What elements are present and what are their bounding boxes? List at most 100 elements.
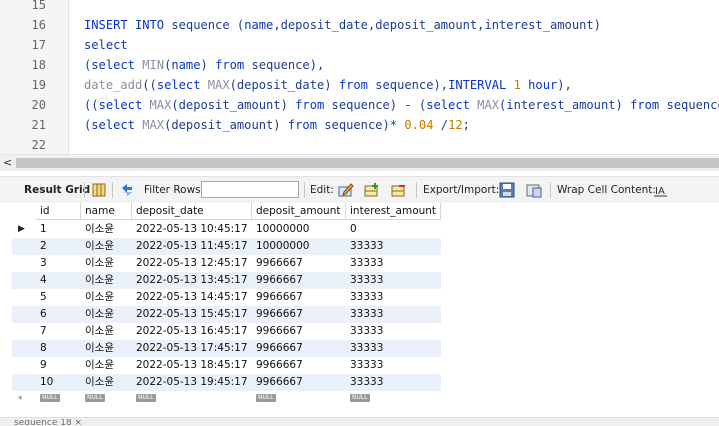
cell-deposit-amount[interactable]: 10000000 bbox=[252, 221, 346, 238]
cell-name[interactable]: 이소윤 bbox=[81, 255, 132, 272]
cell-deposit-date[interactable]: 2022-05-13 19:45:17 bbox=[132, 374, 252, 391]
cell-deposit-date[interactable]: 2022-05-13 13:45:17 bbox=[132, 272, 252, 289]
line-number: 15 bbox=[31, 0, 46, 12]
cell-deposit-amount[interactable]: 9966667 bbox=[252, 340, 346, 357]
cell-interest-amount[interactable]: 33333 bbox=[346, 357, 441, 374]
column-header-deposit-date[interactable]: deposit_date bbox=[132, 203, 252, 220]
column-header-id[interactable]: id bbox=[36, 203, 81, 220]
result-grid[interactable]: id name deposit_date deposit_amount interest… bbox=[0, 203, 719, 417]
cell-deposit-amount[interactable]: 9966667 bbox=[252, 289, 346, 306]
table-row[interactable]: 8 이소윤 2022-05-13 17:45:17 9966667 33333 bbox=[12, 340, 441, 357]
sql-editor[interactable]: 15 16 INSERT INTO sequence (name,deposit_d… bbox=[0, 0, 719, 154]
code-line[interactable]: 20 ((select MAX(deposit_amount) from sequ… bbox=[0, 95, 719, 115]
table-row[interactable]: 10 이소윤 2022-05-13 19:45:17 9966667 33333 bbox=[12, 374, 441, 391]
code-token: from bbox=[295, 98, 325, 112]
cell-name[interactable]: 이소윤 bbox=[81, 340, 132, 357]
cell-deposit-date[interactable]: 2022-05-13 12:45:17 bbox=[132, 255, 252, 272]
cell-name[interactable]: 이소윤 bbox=[81, 323, 132, 340]
cell-id[interactable]: 5 bbox=[36, 289, 81, 306]
insert-row-icon[interactable] bbox=[364, 182, 380, 198]
code-line[interactable]: 21 (select MAX(deposit_amount) from seque… bbox=[0, 115, 719, 135]
cell-name[interactable]: 이소윤 bbox=[81, 306, 132, 323]
grid-layout-icon[interactable] bbox=[91, 182, 107, 198]
code-text: date_add((select MAX(deposit_date) from … bbox=[84, 75, 572, 95]
cell-id[interactable]: 9 bbox=[36, 357, 81, 374]
scrollbar-thumb[interactable] bbox=[16, 158, 719, 168]
table-row[interactable]: 7 이소윤 2022-05-13 16:45:17 9966667 33333 bbox=[12, 323, 441, 340]
wrap-text-icon[interactable]: IA bbox=[653, 182, 669, 198]
cell-interest-amount[interactable]: 33333 bbox=[346, 289, 441, 306]
refresh-icon[interactable] bbox=[119, 182, 135, 198]
table-row[interactable]: 3 이소윤 2022-05-13 12:45:17 9966667 33333 bbox=[12, 255, 441, 272]
table-row[interactable]: 4 이소윤 2022-05-13 13:45:17 9966667 33333 bbox=[12, 272, 441, 289]
code-token: INSERT INTO bbox=[84, 18, 165, 32]
cell-id[interactable]: 4 bbox=[36, 272, 81, 289]
scroll-left-arrow-icon[interactable]: < bbox=[3, 155, 12, 171]
column-header-deposit-amount[interactable]: deposit_amount bbox=[252, 203, 346, 220]
column-header-name[interactable]: name bbox=[81, 203, 132, 220]
code-token: (deposit_date) bbox=[229, 78, 339, 92]
code-line[interactable]: 22 bbox=[0, 135, 719, 154]
cell-id[interactable]: 2 bbox=[36, 238, 81, 255]
cell-deposit-date[interactable]: 2022-05-13 10:45:17 bbox=[132, 221, 252, 238]
table-row[interactable]: 9 이소윤 2022-05-13 18:45:17 9966667 33333 bbox=[12, 357, 441, 374]
cell-interest-amount[interactable]: 33333 bbox=[346, 238, 441, 255]
table-row[interactable]: 5 이소윤 2022-05-13 14:45:17 9966667 33333 bbox=[12, 289, 441, 306]
cell-deposit-date[interactable]: 2022-05-13 15:45:17 bbox=[132, 306, 252, 323]
code-token: (deposit_amount) bbox=[164, 118, 288, 132]
cell-name[interactable]: 이소윤 bbox=[81, 374, 132, 391]
import-icon[interactable] bbox=[526, 182, 542, 198]
cell-name[interactable]: 이소윤 bbox=[81, 289, 132, 306]
edit-row-icon[interactable] bbox=[338, 182, 354, 198]
cell-deposit-amount[interactable]: 9966667 bbox=[252, 306, 346, 323]
cell-deposit-amount[interactable]: 9966667 bbox=[252, 374, 346, 391]
cell-deposit-date[interactable]: 2022-05-13 11:45:17 bbox=[132, 238, 252, 255]
null-badge: NULL bbox=[136, 394, 156, 402]
table-row[interactable]: 6 이소윤 2022-05-13 15:45:17 9966667 33333 bbox=[12, 306, 441, 323]
cell-deposit-amount[interactable]: 10000000 bbox=[252, 238, 346, 255]
code-token: select bbox=[426, 98, 470, 112]
cell-id[interactable]: 10 bbox=[36, 374, 81, 391]
cell-deposit-date[interactable]: 2022-05-13 14:45:17 bbox=[132, 289, 252, 306]
editor-horizontal-scrollbar[interactable]: < bbox=[0, 154, 719, 171]
cell-id[interactable]: 8 bbox=[36, 340, 81, 357]
cell-deposit-amount[interactable]: 9966667 bbox=[252, 357, 346, 374]
cell-name[interactable]: 이소윤 bbox=[81, 357, 132, 374]
delete-row-icon[interactable] bbox=[391, 182, 407, 198]
cell-name[interactable]: 이소윤 bbox=[81, 221, 132, 238]
cell-interest-amount[interactable]: 33333 bbox=[346, 340, 441, 357]
cell-name[interactable]: 이소윤 bbox=[81, 272, 132, 289]
cell-interest-amount[interactable]: 33333 bbox=[346, 323, 441, 340]
code-token: sequence), bbox=[244, 58, 325, 72]
table-row[interactable]: 1 이소윤 2022-05-13 10:45:17 10000000 0 bbox=[12, 221, 441, 238]
cell-interest-amount[interactable]: 33333 bbox=[346, 255, 441, 272]
code-token: ), bbox=[557, 78, 572, 92]
filter-rows-input[interactable] bbox=[201, 181, 299, 198]
cell-id[interactable]: 6 bbox=[36, 306, 81, 323]
cell-interest-amount[interactable]: 33333 bbox=[346, 272, 441, 289]
code-line[interactable]: 19 date_add((select MAX(deposit_date) fro… bbox=[0, 75, 719, 95]
code-line[interactable]: 18 (select MIN(name) from sequence), bbox=[0, 55, 719, 75]
column-header-interest-amount[interactable]: interest_amount bbox=[346, 203, 441, 220]
cell-deposit-amount[interactable]: 9966667 bbox=[252, 255, 346, 272]
code-line[interactable]: 16 INSERT INTO sequence (name,deposit_dat… bbox=[0, 15, 719, 35]
code-line[interactable]: 17 select bbox=[0, 35, 719, 55]
cell-deposit-date[interactable]: 2022-05-13 18:45:17 bbox=[132, 357, 252, 374]
cell-id[interactable]: 3 bbox=[36, 255, 81, 272]
table-row[interactable]: 2 이소윤 2022-05-13 11:45:17 10000000 33333 bbox=[12, 238, 441, 255]
cell-id[interactable]: 1 bbox=[36, 221, 81, 238]
cell-deposit-amount[interactable]: 9966667 bbox=[252, 272, 346, 289]
cell-deposit-amount[interactable]: 9966667 bbox=[252, 323, 346, 340]
cell-interest-amount[interactable]: 33333 bbox=[346, 306, 441, 323]
export-icon[interactable] bbox=[499, 182, 515, 198]
cell-deposit-date[interactable]: 2022-05-13 16:45:17 bbox=[132, 323, 252, 340]
code-line[interactable]: 15 bbox=[0, 0, 719, 15]
result-tab-sequence[interactable]: sequence 18 × bbox=[14, 419, 82, 425]
cell-interest-amount[interactable]: 33333 bbox=[346, 374, 441, 391]
result-grid-tab[interactable]: Result Grid bbox=[24, 177, 90, 203]
cell-deposit-date[interactable]: 2022-05-13 17:45:17 bbox=[132, 340, 252, 357]
cell-id[interactable]: 7 bbox=[36, 323, 81, 340]
cell-name[interactable]: 이소윤 bbox=[81, 238, 132, 255]
cell-interest-amount[interactable]: 0 bbox=[346, 221, 441, 238]
